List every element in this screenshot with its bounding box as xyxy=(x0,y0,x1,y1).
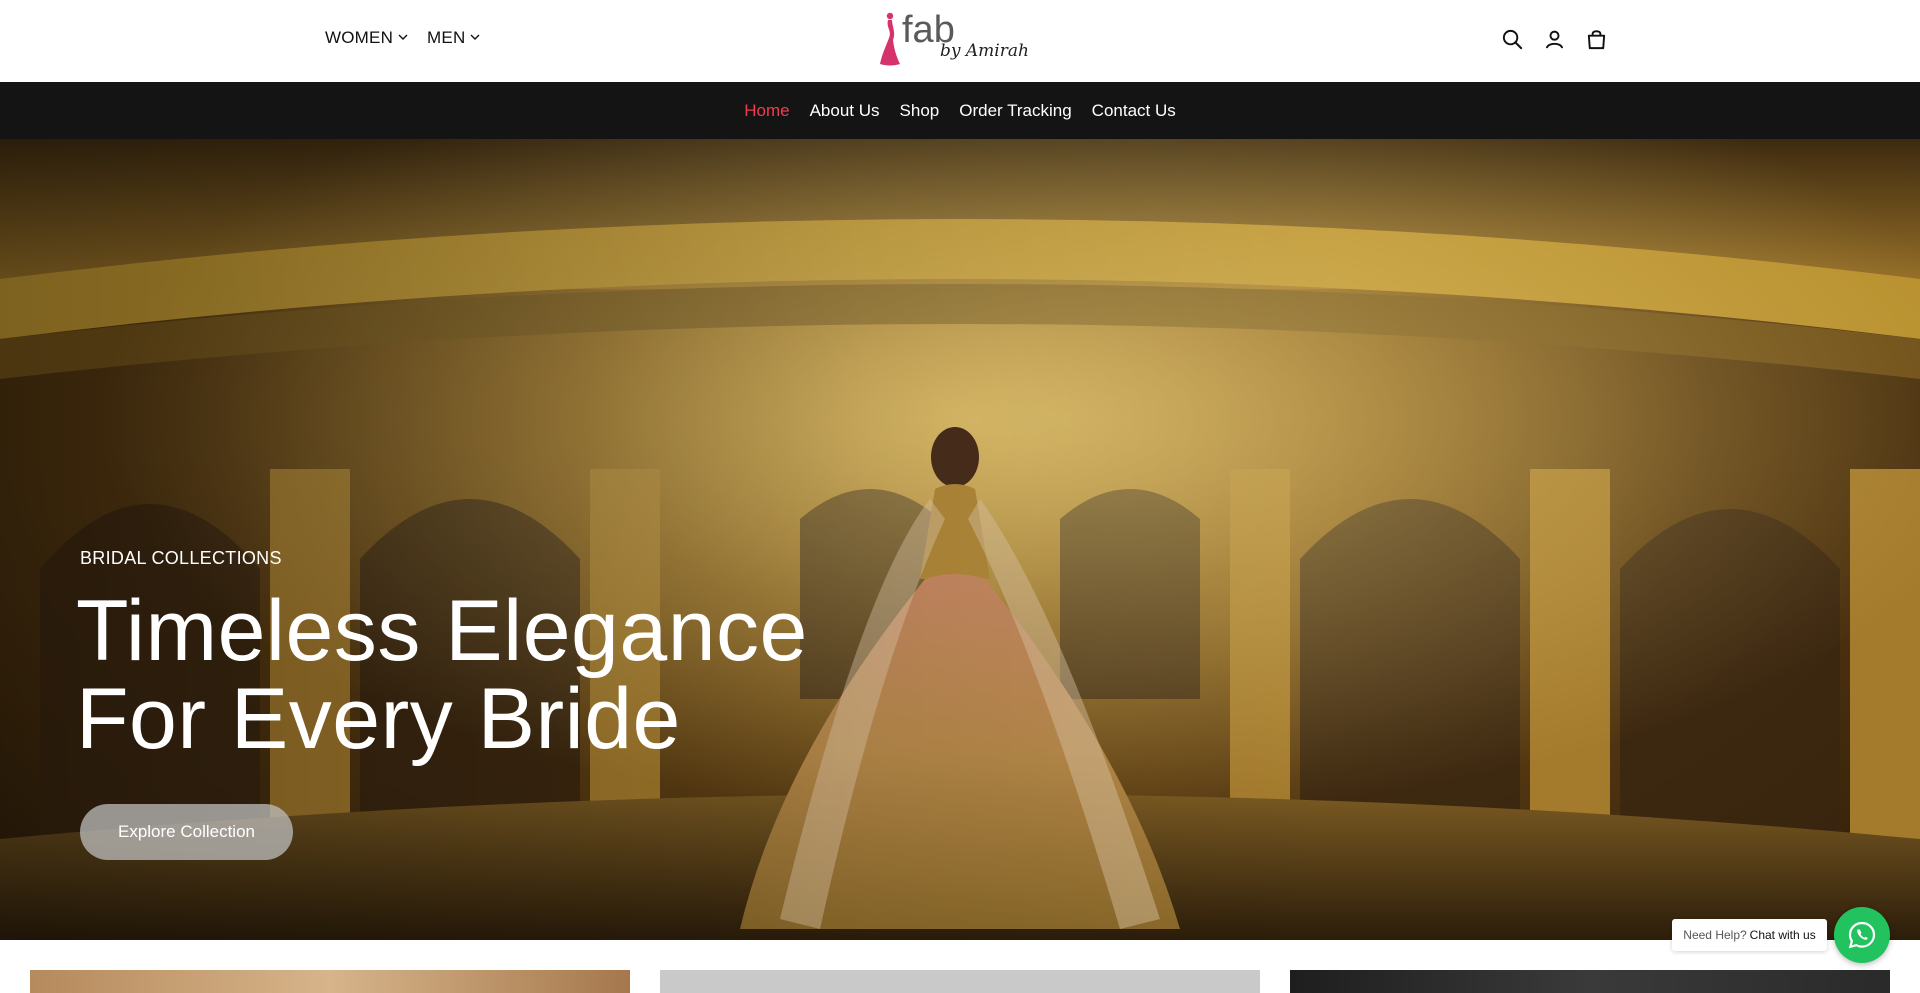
explore-collection-button[interactable]: Explore Collection xyxy=(80,804,293,860)
search-icon[interactable] xyxy=(1500,27,1525,52)
shopping-bag-icon[interactable] xyxy=(1584,27,1609,52)
category-men[interactable]: MEN xyxy=(427,28,481,48)
category-women-label: WOMEN xyxy=(325,28,394,47)
collection-card-image[interactable] xyxy=(30,970,630,993)
hero-title-line1: Timeless Elegance xyxy=(76,583,808,679)
hero-title: Timeless Elegance For Every Bride xyxy=(76,587,836,763)
whatsapp-chat-button[interactable] xyxy=(1834,907,1890,963)
collection-cards xyxy=(0,940,1920,993)
hero-title-line2: For Every Bride xyxy=(76,671,681,767)
collection-card-image[interactable] xyxy=(660,970,1260,993)
logo-sub-text: by Amirah xyxy=(940,41,1029,61)
nav-contact-us[interactable]: Contact Us xyxy=(1092,101,1176,121)
chat-tooltip[interactable]: Need Help? Chat with us xyxy=(1672,919,1827,951)
category-men-label: MEN xyxy=(427,28,466,47)
chevron-down-icon xyxy=(469,28,481,48)
nav-order-tracking[interactable]: Order Tracking xyxy=(959,101,1071,121)
logo-figure xyxy=(880,12,900,66)
hero-banner: BRIDAL COLLECTIONS Timeless Elegance For… xyxy=(0,139,1920,940)
category-nav: WOMEN MEN xyxy=(325,28,481,48)
brand-logo[interactable]: fab by Amirah xyxy=(876,8,1046,72)
chat-link[interactable]: Chat with us xyxy=(1750,928,1816,942)
whatsapp-icon xyxy=(1846,919,1878,951)
nav-about-us[interactable]: About Us xyxy=(810,101,880,121)
category-women[interactable]: WOMEN xyxy=(325,28,409,48)
hero-kicker: BRIDAL COLLECTIONS xyxy=(80,548,282,568)
main-nav: Home About Us Shop Order Tracking Contac… xyxy=(0,82,1920,139)
nav-shop[interactable]: Shop xyxy=(900,101,940,121)
collection-card-image[interactable] xyxy=(1290,970,1890,993)
site-header: WOMEN MEN fab by Amirah xyxy=(0,0,1920,82)
chat-prefix: Need Help? xyxy=(1683,928,1747,942)
user-icon[interactable] xyxy=(1542,27,1567,52)
nav-home[interactable]: Home xyxy=(744,101,789,121)
chevron-down-icon xyxy=(397,28,409,48)
header-tools xyxy=(1500,27,1609,52)
